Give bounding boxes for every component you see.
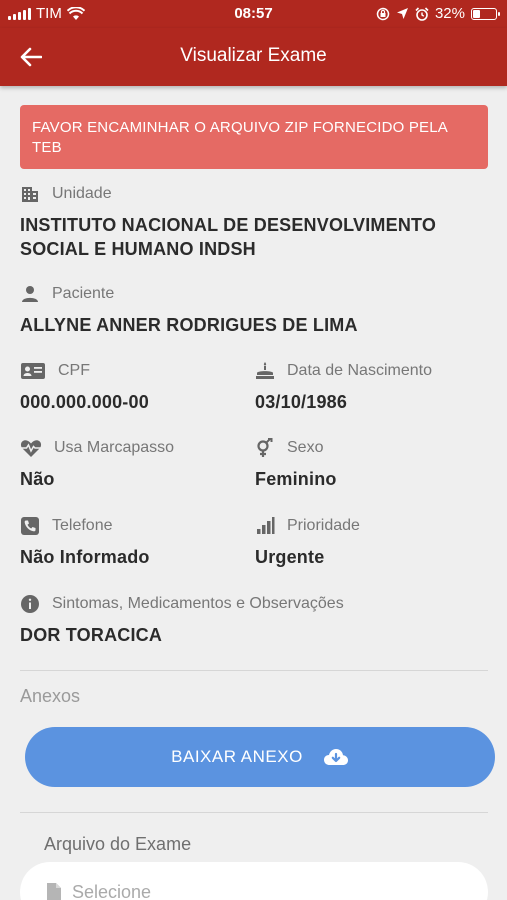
cloud-download-icon [323, 749, 348, 765]
info-icon [21, 595, 39, 613]
anexos-heading: Anexos [20, 686, 81, 706]
field-label: Telefone [52, 517, 113, 534]
exam-file-select[interactable]: Selecione [20, 862, 488, 900]
field-value: Urgente [255, 547, 325, 567]
field-unidade: Unidade INSTITUTO NACIONAL DE DESENVOLVI… [20, 183, 490, 261]
field-value: INSTITUTO NACIONAL DE DESENVOLVIMENTO SO… [20, 215, 437, 259]
field-label: Paciente [52, 285, 115, 302]
battery-icon [471, 7, 500, 20]
alert-banner: FAVOR ENCAMINHAR O ARQUIVO ZIP FORNECIDO… [20, 105, 488, 169]
field-sintomas: Sintomas, Medicamentos e Observações DOR… [20, 593, 490, 647]
field-label: Usa Marcapasso [54, 439, 175, 456]
location-icon [396, 8, 408, 19]
field-nascimento: Data de Nascimento 03/10/1986 [255, 360, 495, 414]
field-paciente: Paciente ALLYNE ANNER RODRIGUES DE LIMA [20, 283, 490, 337]
divider [20, 812, 488, 813]
screen-lock-icon [376, 7, 390, 20]
field-label: Unidade [52, 185, 112, 202]
page-title: Visualizar Exame [180, 45, 327, 66]
header: Visualizar Exame [0, 28, 507, 86]
field-label: Prioridade [287, 517, 360, 534]
download-button-label: BAIXAR ANEXO [171, 747, 303, 766]
file-icon [47, 883, 61, 900]
field-value: Não Informado [20, 547, 150, 567]
field-value: 000.000.000-00 [20, 392, 149, 412]
field-value: ALLYNE ANNER RODRIGUES DE LIMA [20, 315, 358, 335]
person-icon [22, 286, 38, 302]
field-prioridade: Prioridade Urgente [255, 515, 495, 569]
divider [20, 670, 488, 671]
field-cpf: CPF 000.000.000-00 [20, 360, 240, 414]
field-value: 03/10/1986 [255, 392, 348, 412]
exam-file-label: Arquivo do Exame [44, 834, 192, 854]
battery-percent: 32% [434, 5, 465, 22]
field-value: DOR TORACICA [20, 625, 163, 645]
status-bar: TIM 08:57 32% [0, 0, 507, 28]
building-icon [22, 187, 38, 202]
status-icons: 32% [376, 5, 500, 22]
field-value: Feminino [255, 469, 337, 489]
cake-icon [256, 362, 274, 379]
alarm-icon [415, 6, 429, 21]
field-label: Sintomas, Medicamentos e Observações [52, 595, 344, 612]
field-label: CPF [58, 362, 90, 379]
phone-icon [21, 517, 39, 535]
field-label: Data de Nascimento [287, 362, 432, 379]
download-attachment-button[interactable]: BAIXAR ANEXO [25, 727, 495, 787]
field-sexo: Sexo Feminino [255, 437, 495, 491]
field-telefone: Telefone Não Informado [20, 515, 240, 569]
field-value: Não [20, 469, 55, 489]
gender-icon [257, 438, 273, 457]
exam-file-placeholder: Selecione [72, 881, 152, 900]
heartbeat-icon [20, 440, 42, 457]
signal-bars-icon [257, 517, 275, 534]
id-card-icon [21, 363, 45, 379]
field-label: Sexo [287, 439, 324, 456]
field-marcapasso: Usa Marcapasso Não [20, 437, 240, 491]
